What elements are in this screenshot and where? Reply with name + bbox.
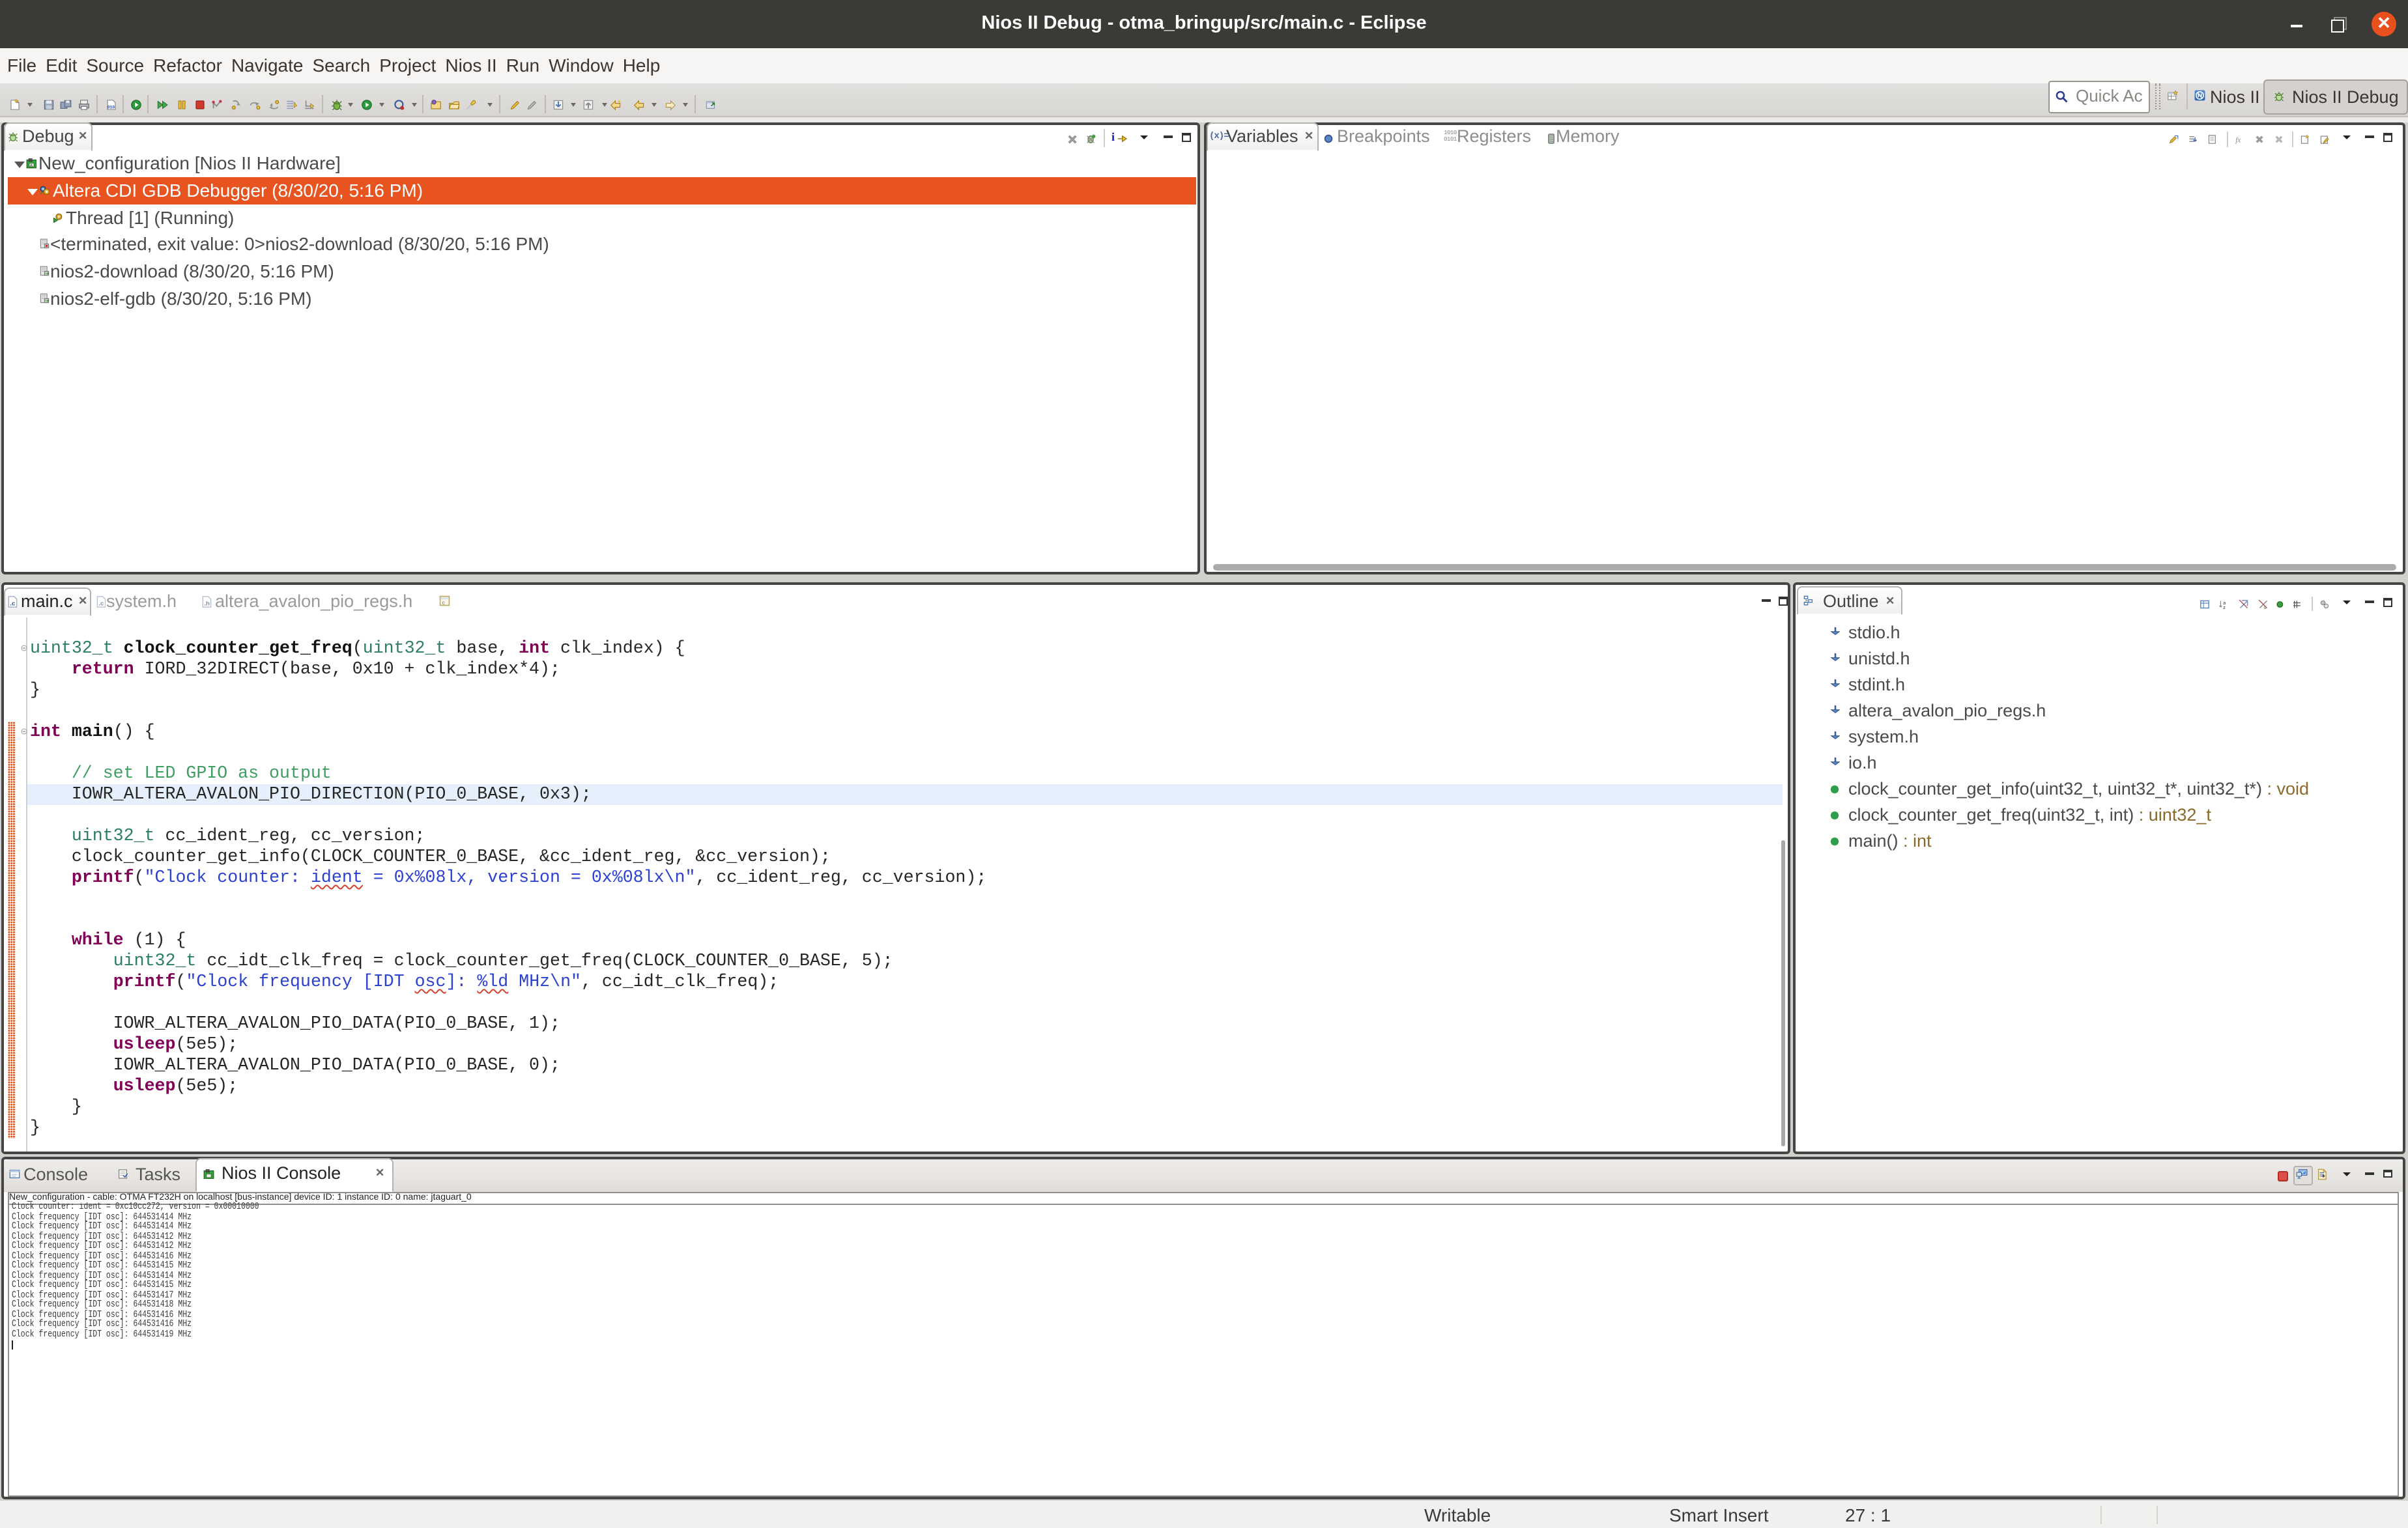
svg-text:A: A	[29, 163, 32, 167]
svg-text:z: z	[2223, 604, 2226, 609]
svg-text:.h: .h	[204, 599, 210, 606]
svg-text:c: c	[442, 599, 446, 606]
svg-text:010: 010	[107, 104, 114, 109]
svg-text:fx: fx	[2235, 136, 2241, 144]
svg-text:.c: .c	[98, 599, 104, 606]
svg-text:.c: .c	[10, 599, 16, 606]
